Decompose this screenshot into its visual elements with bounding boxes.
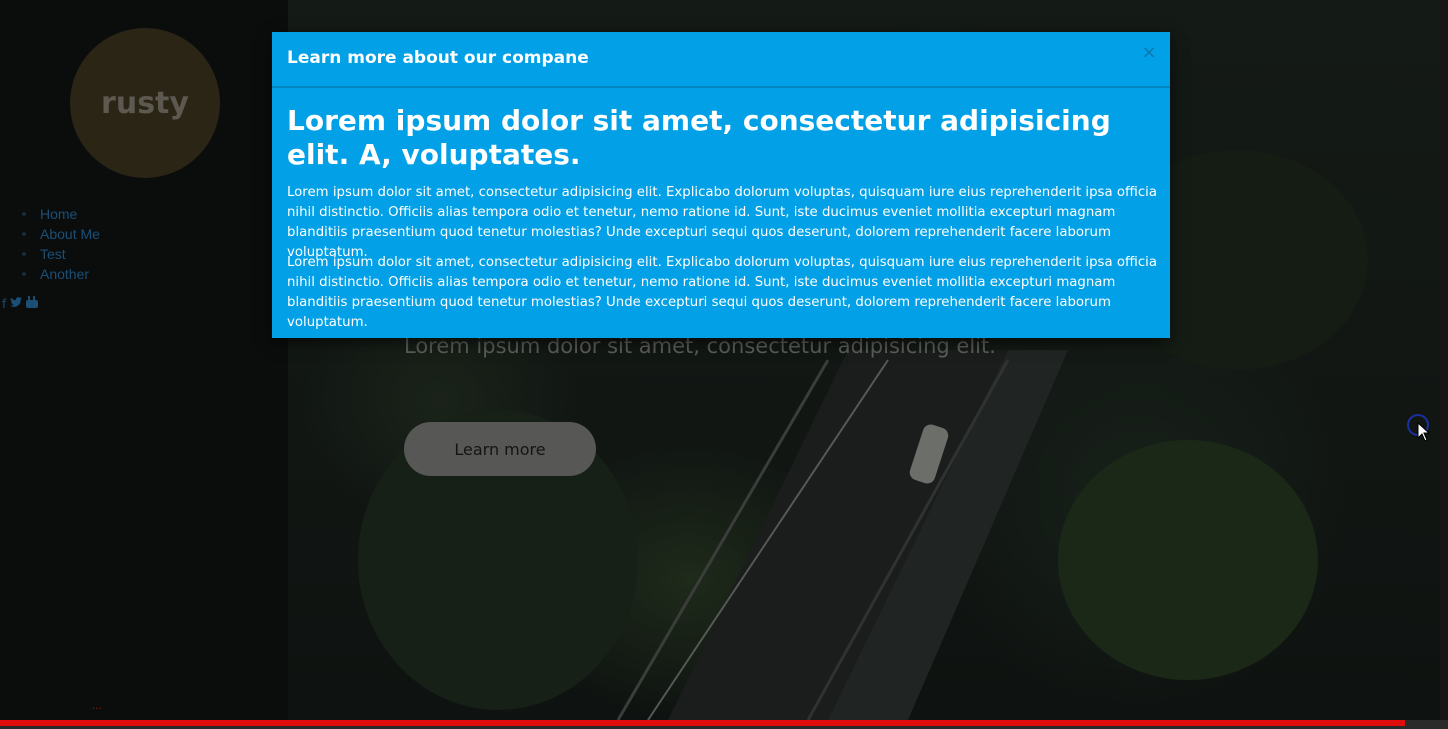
nav-item-label[interactable]: Test [40,246,66,262]
youtube-icon[interactable] [26,296,39,311]
nav-item-test[interactable]: Test [22,244,100,264]
bullet-icon [22,252,26,256]
nav-item-home[interactable]: Home [22,204,100,224]
modal-title: Learn more about our compane [287,48,589,68]
bullet-icon [22,272,26,276]
social-links: f [2,296,39,311]
facebook-icon[interactable]: f [2,297,6,311]
bullet-icon [22,212,26,216]
nav-item-label[interactable]: About Me [40,226,100,242]
nav-item-another[interactable]: Another [22,264,100,284]
learn-more-button[interactable]: Learn more [404,422,596,476]
sidebar-nav: Home About Me Test Another [22,204,100,284]
modal-paragraph: Lorem ipsum dolor sit amet, consectetur … [287,185,1158,260]
modal-header: Learn more about our compane × [272,32,1170,88]
video-progress-fill [0,720,1405,726]
nav-item-label[interactable]: Another [40,266,89,282]
bullet-icon [22,232,26,236]
video-progress-bar[interactable] [0,720,1448,729]
logo-text: rusty [101,85,189,121]
sidebar: rusty Home About Me Test Another f [0,0,288,720]
modal-heading: Lorem ipsum dolor sit amet, consectetur … [287,104,1111,171]
nav-item-label[interactable]: Home [40,206,77,222]
mouse-cursor-icon [1417,422,1431,442]
close-icon[interactable]: × [1140,44,1158,62]
progress-marker: ··· [92,704,102,715]
nav-item-about-me[interactable]: About Me [22,224,100,244]
twitter-icon[interactable] [10,296,23,311]
logo[interactable]: rusty [70,28,220,178]
company-info-modal: Learn more about our compane × Lorem ips… [272,32,1170,338]
scrollbar[interactable] [1440,0,1448,720]
modal-paragraph: Lorem ipsum dolor sit amet, consectetur … [287,255,1158,330]
